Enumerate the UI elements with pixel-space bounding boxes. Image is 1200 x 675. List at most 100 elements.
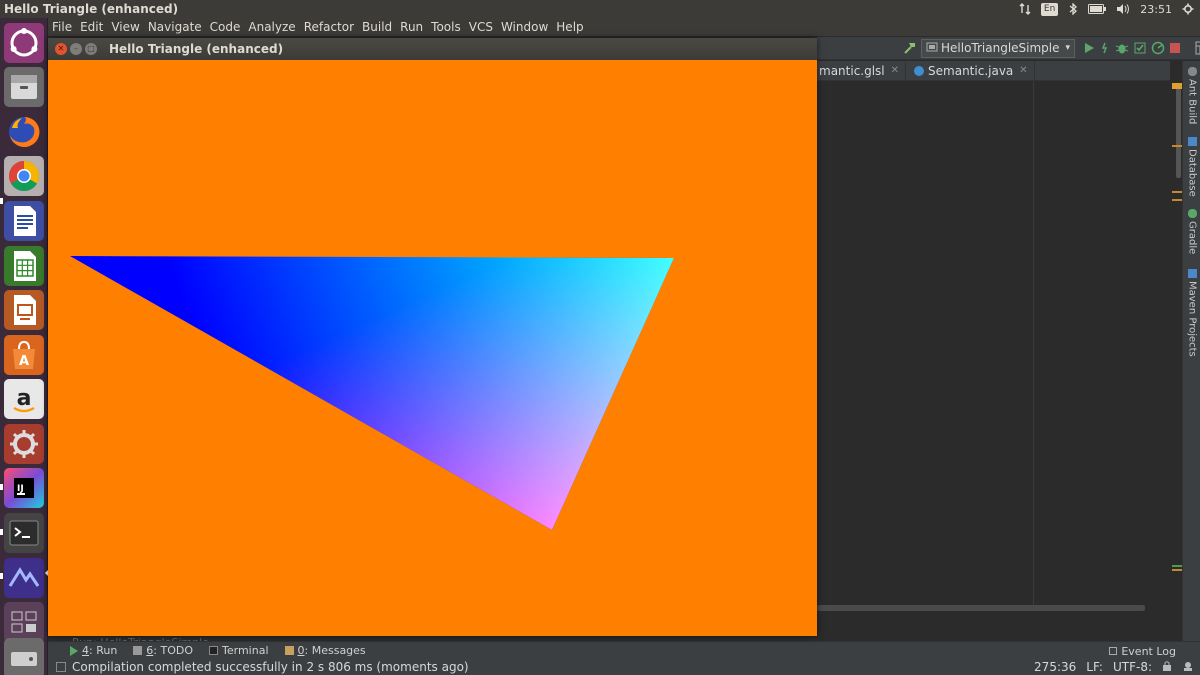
change-marker[interactable] bbox=[1172, 565, 1182, 567]
writer-icon[interactable] bbox=[4, 201, 44, 241]
tool-windows-toggle-icon[interactable] bbox=[56, 662, 66, 672]
files-icon[interactable] bbox=[4, 67, 44, 107]
tool-database[interactable]: Database bbox=[1184, 137, 1200, 197]
impress-icon[interactable] bbox=[4, 290, 44, 330]
line-separator[interactable]: LF: bbox=[1086, 660, 1103, 674]
todo-icon bbox=[133, 646, 143, 655]
warning-marker[interactable] bbox=[1172, 191, 1182, 193]
svg-text:A: A bbox=[19, 354, 29, 369]
system-gear-icon[interactable] bbox=[1182, 3, 1194, 15]
run-config-label: HelloTriangleSimple bbox=[941, 41, 1060, 55]
menu-edit[interactable]: Edit bbox=[80, 20, 103, 34]
tool-tab-terminal[interactable]: Terminal bbox=[209, 644, 269, 657]
stop-icon[interactable] bbox=[1169, 40, 1181, 56]
warning-marker[interactable] bbox=[1172, 569, 1182, 571]
close-icon[interactable]: ✕ bbox=[891, 65, 899, 76]
menu-tools[interactable]: Tools bbox=[431, 20, 461, 34]
tool-tab-event-log[interactable]: Event Log bbox=[1109, 642, 1176, 660]
horizontal-scrollbar[interactable] bbox=[817, 605, 1145, 611]
run-configuration-select[interactable]: HelloTriangleSimple ▾ bbox=[921, 38, 1076, 58]
tool-maven-projects[interactable]: Maven Projects bbox=[1184, 269, 1200, 357]
warning-marker[interactable] bbox=[1172, 145, 1182, 147]
tool-tab-run[interactable]: 4: Run bbox=[70, 644, 117, 657]
tab-semantic-java[interactable]: Semantic.java ✕ bbox=[906, 60, 1035, 81]
minimize-icon[interactable]: – bbox=[70, 43, 82, 55]
keyboard-layout-indicator[interactable]: En bbox=[1040, 2, 1059, 16]
gl-viewport[interactable] bbox=[48, 60, 817, 636]
inspection-status-marker[interactable] bbox=[1172, 83, 1182, 89]
mnemonic: 0 bbox=[297, 644, 305, 657]
tool-tab-messages[interactable]: 0: Messages bbox=[284, 644, 366, 657]
editor-tabs: mantic.glsl ✕ Semantic.java ✕ bbox=[817, 60, 1170, 81]
tab-label: Semantic.java bbox=[928, 63, 1014, 78]
firefox-icon[interactable] bbox=[4, 112, 44, 152]
warning-marker[interactable] bbox=[1172, 199, 1182, 201]
chrome-icon[interactable] bbox=[4, 156, 44, 196]
workspace-switcher-icon[interactable] bbox=[4, 602, 44, 642]
menu-navigate[interactable]: Navigate bbox=[148, 20, 202, 34]
volume-icon[interactable] bbox=[1116, 3, 1130, 15]
menu-analyze[interactable]: Analyze bbox=[248, 20, 295, 34]
menu-code[interactable]: Code bbox=[210, 20, 241, 34]
disk-icon[interactable] bbox=[4, 638, 44, 675]
maven-icon bbox=[1187, 269, 1197, 278]
lock-icon[interactable] bbox=[1162, 660, 1172, 675]
tab-semantic-glsl[interactable]: mantic.glsl ✕ bbox=[817, 60, 907, 81]
close-icon[interactable]: ✕ bbox=[1019, 65, 1027, 76]
debug-icon[interactable] bbox=[1099, 40, 1111, 56]
code-editor[interactable] bbox=[817, 81, 1170, 618]
build-hammer-icon[interactable] bbox=[903, 40, 917, 56]
tool-gradle[interactable]: Gradle bbox=[1184, 209, 1200, 254]
vertical-scrollbar[interactable] bbox=[1176, 88, 1181, 178]
menu-window[interactable]: Window bbox=[501, 20, 548, 34]
caret-position[interactable]: 275:36 bbox=[1034, 660, 1076, 674]
menu-view[interactable]: View bbox=[111, 20, 139, 34]
maximize-icon[interactable]: □ bbox=[85, 43, 97, 55]
battery-icon[interactable] bbox=[1088, 4, 1107, 14]
svg-text:IJ: IJ bbox=[17, 484, 24, 494]
running-indicator bbox=[0, 484, 3, 490]
menu-run[interactable]: Run bbox=[400, 20, 423, 34]
project-structure-icon[interactable] bbox=[1195, 40, 1200, 56]
running-indicator bbox=[0, 529, 3, 535]
hector-icon[interactable] bbox=[1182, 660, 1194, 675]
coverage-icon[interactable] bbox=[1133, 40, 1147, 56]
terminal-icon[interactable] bbox=[4, 513, 44, 553]
debug-bug-icon[interactable] bbox=[1115, 40, 1129, 56]
tool-window-bar: 4: Run 6: TODO Terminal 0: Messages Even… bbox=[48, 641, 1200, 659]
menu-vcs[interactable]: VCS bbox=[469, 20, 493, 34]
running-indicator bbox=[0, 198, 3, 204]
network-transfer-icon[interactable] bbox=[1019, 3, 1031, 15]
profile-icon[interactable] bbox=[1151, 40, 1165, 56]
java-class-icon bbox=[914, 65, 925, 76]
tool-ant-build[interactable]: Ant Build bbox=[1184, 67, 1200, 124]
amazon-icon[interactable]: a bbox=[4, 379, 44, 419]
menu-file[interactable]: File bbox=[52, 20, 72, 34]
bluetooth-icon[interactable] bbox=[1068, 3, 1078, 15]
calc-icon[interactable] bbox=[4, 246, 44, 286]
menu-build[interactable]: Build bbox=[362, 20, 392, 34]
intellij-icon[interactable]: IJ bbox=[4, 468, 44, 508]
hello-triangle-window: ✕ – □ Hello Triangle (enhanced) bbox=[48, 38, 817, 636]
menu-help[interactable]: Help bbox=[556, 20, 583, 34]
ide-toolbar: HelloTriangleSimple ▾ bbox=[817, 37, 1200, 60]
ubuntu-dash-icon[interactable] bbox=[4, 23, 44, 63]
status-message[interactable]: Compilation completed successfully in 2 … bbox=[72, 660, 469, 674]
close-icon[interactable]: ✕ bbox=[55, 43, 67, 55]
mnemonic: 6 bbox=[146, 644, 154, 657]
clock[interactable]: 23:51 bbox=[1140, 3, 1172, 16]
indicator-area: En 23:51 bbox=[1019, 0, 1194, 18]
file-encoding[interactable]: UTF-8: bbox=[1113, 660, 1152, 674]
ide-icon[interactable] bbox=[4, 558, 44, 598]
mnemonic: 4 bbox=[82, 644, 89, 657]
tool-tab-label: Terminal bbox=[222, 644, 269, 657]
run-icon[interactable] bbox=[1083, 40, 1095, 56]
software-center-icon[interactable]: A bbox=[4, 335, 44, 375]
tool-tab-todo[interactable]: 6: TODO bbox=[133, 644, 193, 657]
window-title: Hello Triangle (enhanced) bbox=[109, 42, 284, 56]
launcher: A a IJ bbox=[0, 18, 49, 675]
menu-refactor[interactable]: Refactor bbox=[304, 20, 354, 34]
window-titlebar[interactable]: ✕ – □ Hello Triangle (enhanced) bbox=[48, 38, 817, 60]
system-settings-icon[interactable] bbox=[4, 424, 44, 464]
right-margin-guide bbox=[1033, 81, 1034, 608]
